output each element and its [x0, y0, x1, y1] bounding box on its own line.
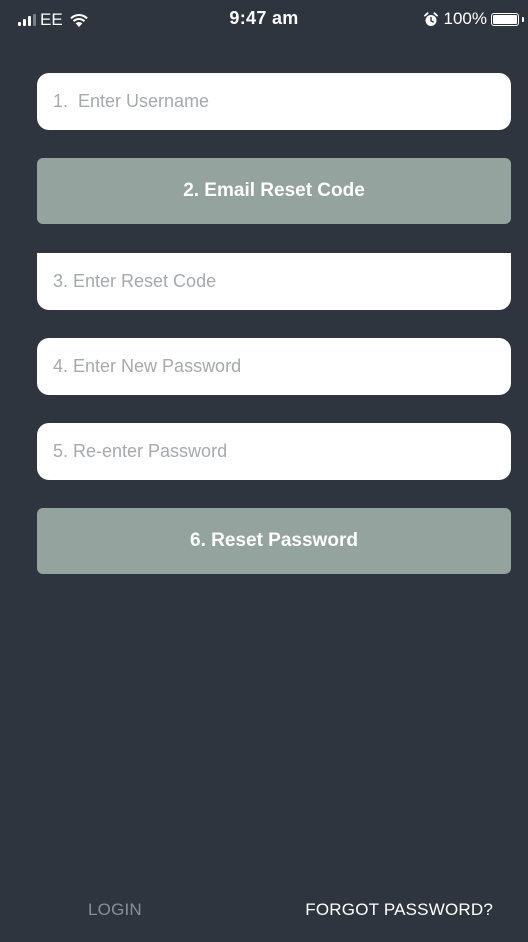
- battery-cap: [522, 16, 524, 22]
- login-link[interactable]: LOGIN: [88, 900, 142, 920]
- email-reset-code-button[interactable]: 2. Email Reset Code: [37, 158, 511, 224]
- status-right: 100%: [423, 9, 524, 29]
- battery-percent: 100%: [443, 9, 487, 28]
- reset-code-input[interactable]: [37, 253, 511, 310]
- reenter-password-input[interactable]: [37, 423, 511, 480]
- status-bar: EE 9:47 am 100%: [0, 0, 528, 40]
- battery-icon: [491, 12, 519, 26]
- new-password-input[interactable]: [37, 338, 511, 395]
- reset-password-button[interactable]: 6. Reset Password: [37, 508, 511, 574]
- forgot-password-link[interactable]: FORGOT PASSWORD?: [305, 900, 493, 920]
- alarm-icon: [423, 11, 438, 26]
- battery-level: [493, 14, 517, 24]
- username-input[interactable]: [37, 73, 511, 130]
